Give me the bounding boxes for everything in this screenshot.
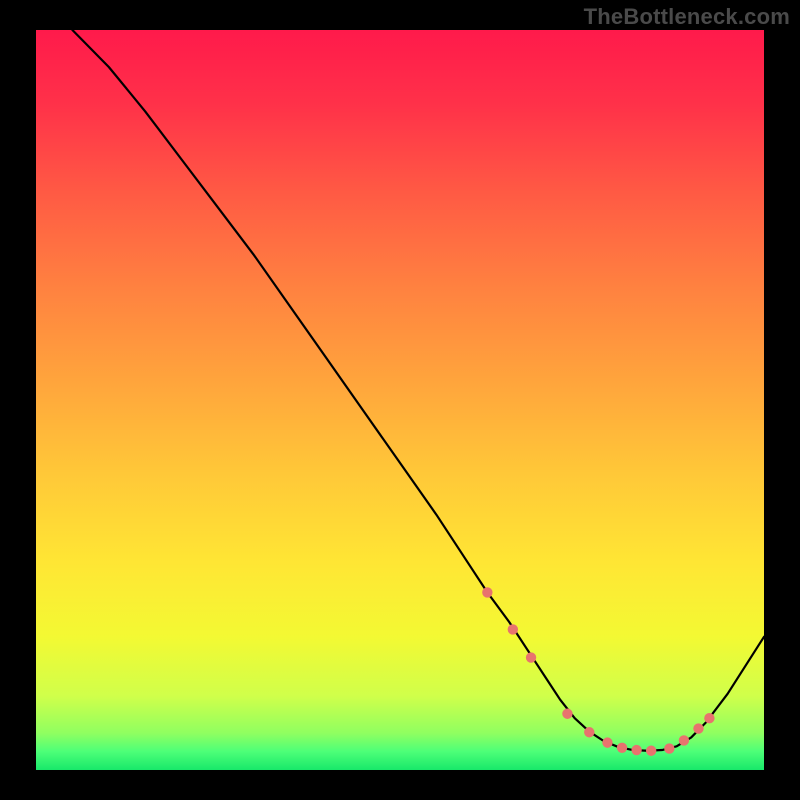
gradient-background [36,30,764,770]
highlight-point [693,723,703,733]
highlight-point [508,624,518,634]
highlight-point [617,743,627,753]
highlight-point [562,709,572,719]
watermark-text: TheBottleneck.com [584,4,790,30]
highlight-point [584,727,594,737]
highlight-point [679,735,689,745]
highlight-point [631,745,641,755]
highlight-point [482,587,492,597]
highlight-point [704,713,714,723]
highlight-point [602,737,612,747]
highlight-point [526,652,536,662]
bottleneck-chart [0,0,800,800]
highlight-point [646,746,656,756]
highlight-point [664,743,674,753]
chart-frame: TheBottleneck.com [0,0,800,800]
